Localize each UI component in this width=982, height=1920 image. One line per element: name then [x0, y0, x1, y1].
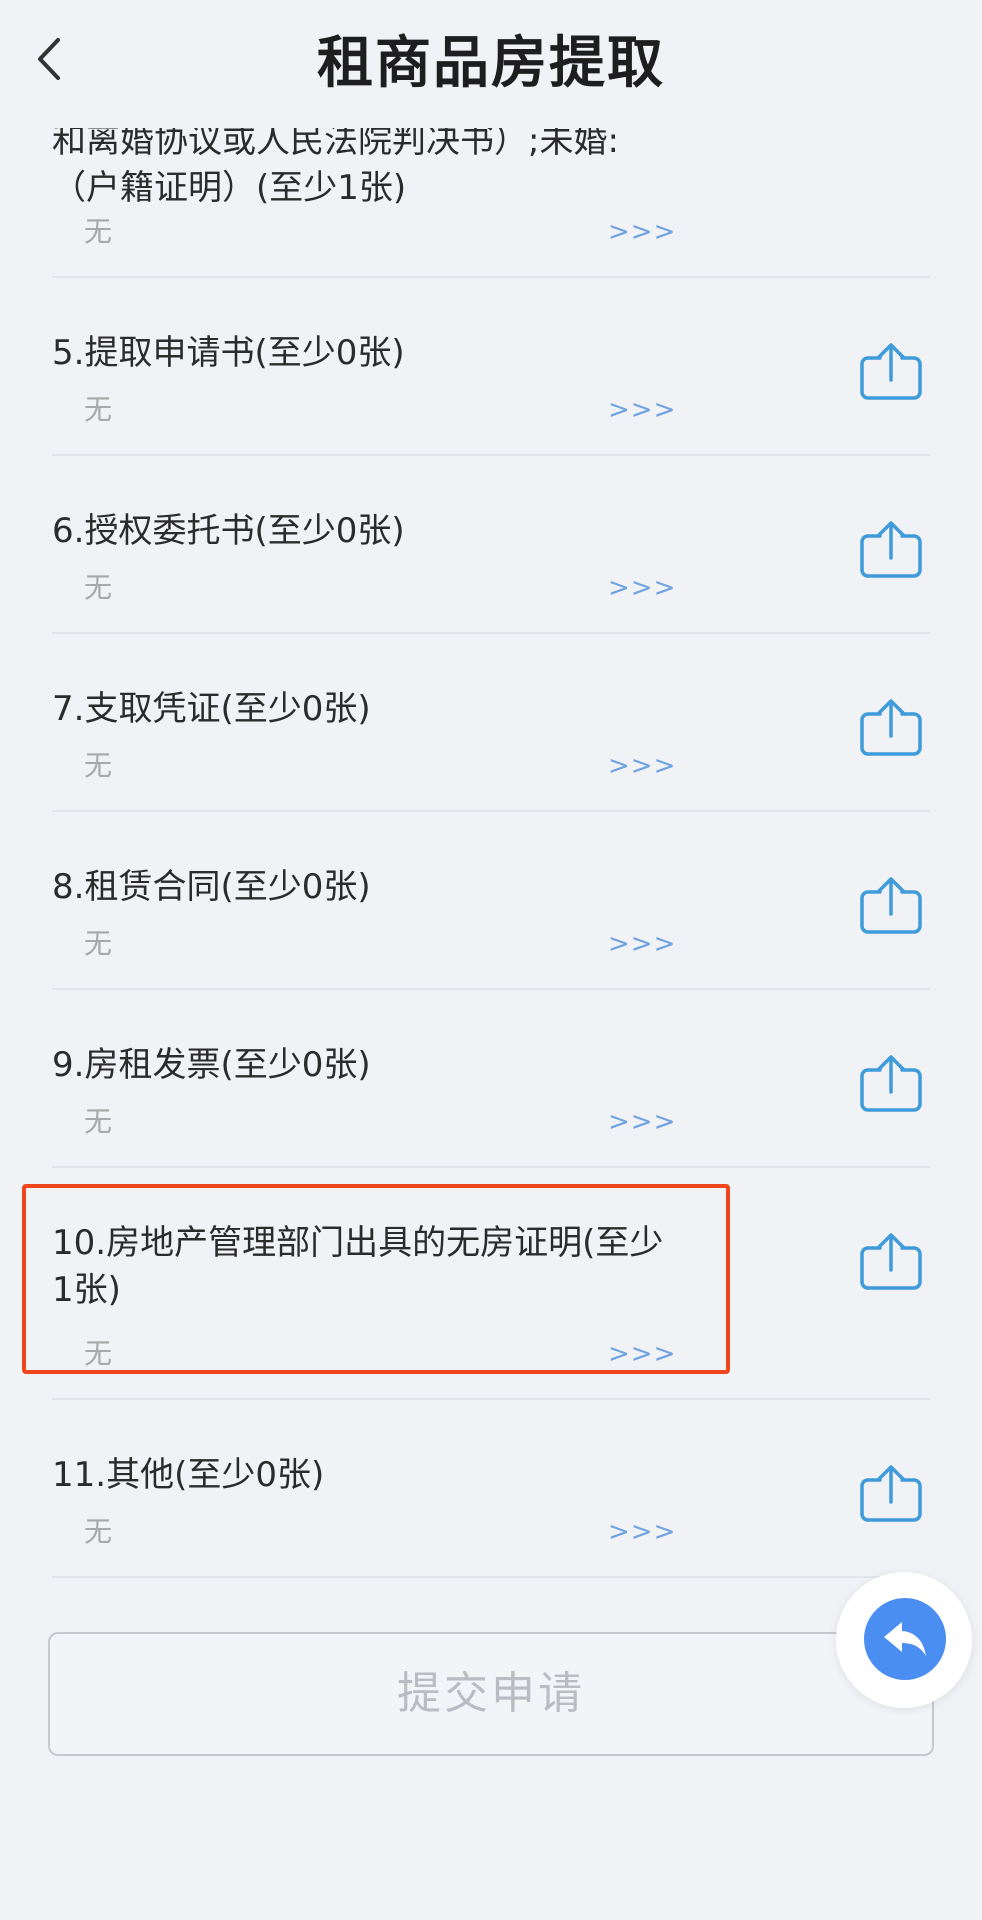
upload-button[interactable]	[858, 696, 924, 758]
reply-arrow-icon	[884, 1622, 926, 1656]
item-value: 无	[84, 1515, 113, 1548]
divider	[52, 810, 930, 812]
divider	[52, 1576, 930, 1578]
submit-button[interactable]: 提交申请	[48, 1632, 934, 1756]
divider	[52, 454, 930, 456]
item-more-link[interactable]: >>>	[608, 748, 676, 784]
item-title: 11.其他(至少0张)	[52, 1455, 325, 1495]
upload-icon	[860, 1055, 922, 1112]
divider	[52, 988, 930, 990]
page-title: 租商品房提取	[317, 31, 665, 96]
item-title: 8.租赁合同(至少0张)	[52, 867, 371, 907]
item-more-link[interactable]: >>>	[608, 1104, 676, 1140]
item-value: 无	[84, 1105, 113, 1138]
item-more-link[interactable]: >>>	[608, 214, 676, 250]
item-value: 无	[84, 749, 113, 782]
item-value: 无	[84, 215, 113, 248]
upload-button[interactable]	[858, 340, 924, 402]
upload-icon	[860, 877, 922, 934]
divider	[52, 1166, 930, 1168]
header-bar: 租商品房提取	[0, 0, 982, 128]
item-title: 7.支取凭证(至少0张)	[52, 689, 371, 729]
item-title: 9.房租发票(至少0张)	[52, 1045, 371, 1085]
divider	[52, 276, 930, 278]
item-more-link[interactable]: >>>	[608, 926, 676, 962]
item-more-link[interactable]: >>>	[608, 1514, 676, 1550]
upload-button[interactable]	[858, 1230, 924, 1292]
item-value: 无	[84, 927, 113, 960]
upload-button[interactable]	[858, 874, 924, 936]
upload-icon	[860, 343, 922, 400]
item-value: 无	[84, 393, 113, 426]
highlight-box	[22, 1184, 730, 1374]
upload-button[interactable]	[858, 518, 924, 580]
item-title: 6.授权委托书(至少0张)	[52, 511, 405, 551]
upload-icon	[860, 1465, 922, 1522]
upload-button[interactable]	[858, 1462, 924, 1524]
divider	[52, 632, 930, 634]
upload-button[interactable]	[858, 1052, 924, 1114]
return-fab-button[interactable]	[864, 1598, 946, 1680]
upload-icon	[860, 521, 922, 578]
upload-icon	[860, 699, 922, 756]
item-more-link[interactable]: >>>	[608, 392, 676, 428]
item-value: 无	[84, 571, 113, 604]
item-title: 和离婚协议或人民法院判决书）;未婚:（户籍证明）(至少1张)	[52, 121, 619, 208]
item-title: 5.提取申请书(至少0张)	[52, 333, 405, 373]
divider	[52, 1398, 930, 1400]
upload-icon	[860, 1233, 922, 1290]
item-more-link[interactable]: >>>	[608, 570, 676, 606]
